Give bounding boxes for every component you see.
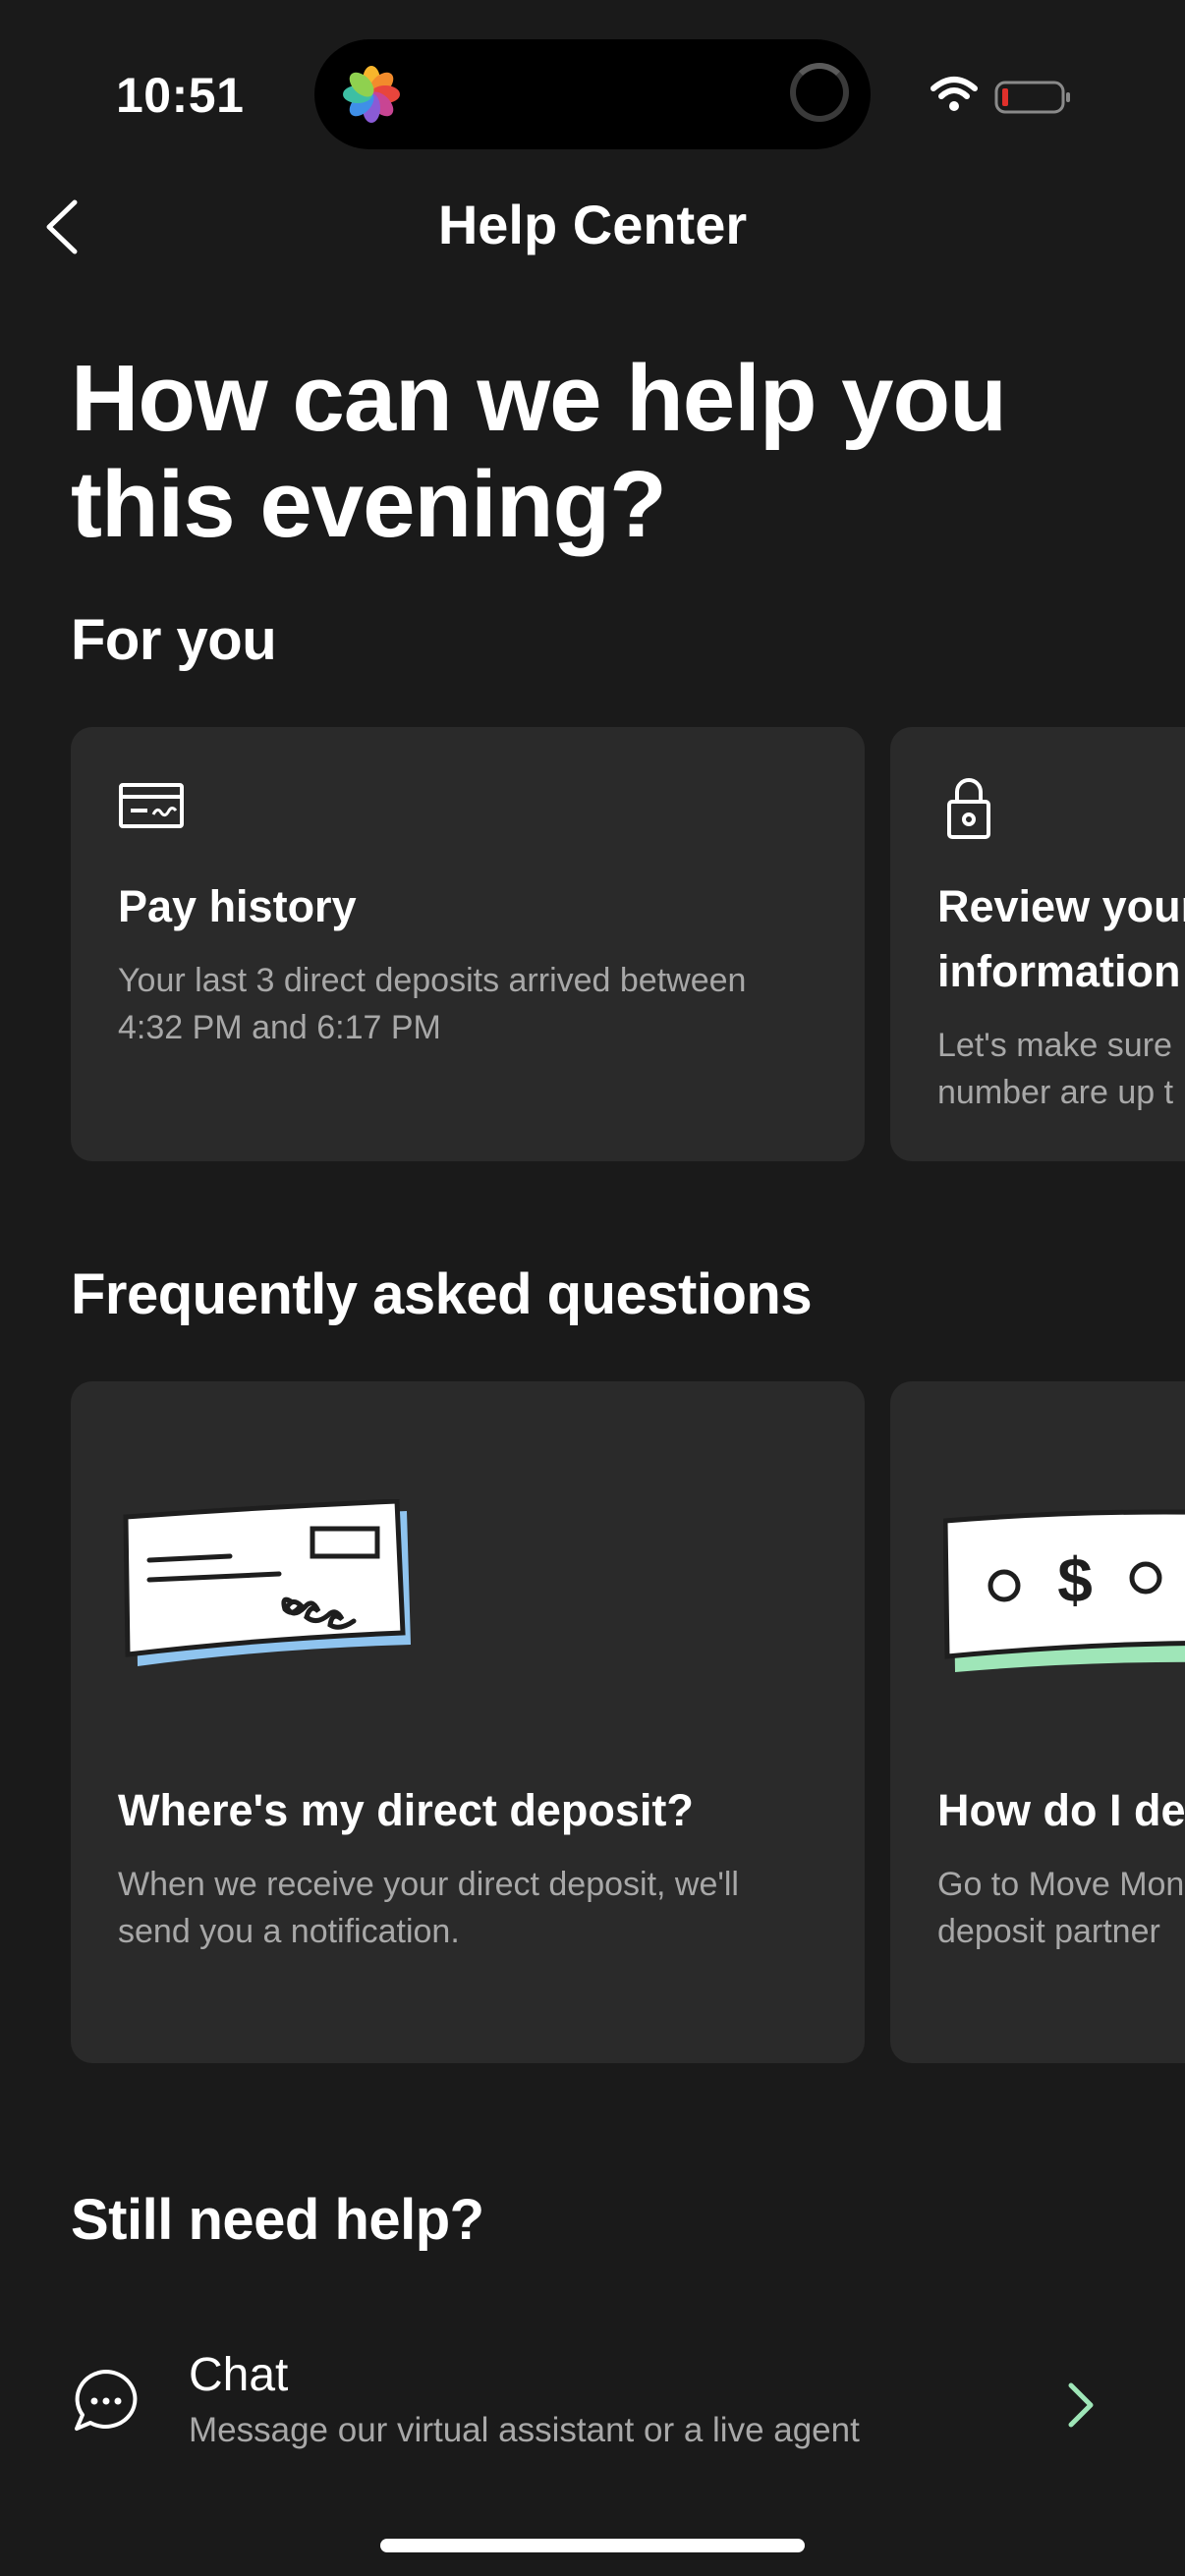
battery-icon [994,81,1070,114]
card-desc-line-1: When we receive your direct deposit, we'… [118,1866,739,1903]
greeting-headline: How can we help you this evening? [71,346,1132,558]
dollar-bill-illustration: $ [943,1509,1185,1672]
svg-text:$: $ [1057,1544,1093,1615]
card-title-line-1: Review your [937,881,1185,931]
chevron-right-icon[interactable] [1061,2380,1100,2431]
card-desc-line-1: Go to Move Mon [937,1866,1185,1903]
card-desc-line-2: number are up t [937,1074,1174,1111]
check-illustration [123,1499,411,1666]
card-desc-line-2: deposit partner [937,1913,1160,1950]
card-title-line-2: information [937,946,1181,996]
card-desc-line-2: send you a notification. [118,1913,460,1950]
faq-title: Frequently asked questions [71,1262,813,1326]
page-title: Help Center [437,194,748,255]
card-title: Pay history [118,881,357,931]
chat-bubble-icon [75,2370,138,2431]
pay-history-card[interactable]: Pay history Your last 3 direct deposits … [71,727,865,1161]
headline-line-2: this evening? [71,452,667,557]
faq-card-deposit-partner[interactable]: $ How do I de Go to Move Mon deposit par… [890,1381,1185,2063]
home-indicator[interactable] [380,2539,805,2552]
headline-line-1: How can we help you [71,346,1007,451]
card-desc-line-1: Let's make sure [937,1027,1172,1064]
chat-description: Message our virtual assistant or a live … [189,2411,860,2449]
faq-card-direct-deposit[interactable]: Where's my direct deposit? When we recei… [71,1381,865,2063]
card-desc-line-1: Your last 3 direct deposits arrived betw… [118,962,747,999]
card-desc-line-2: 4:32 PM and 6:17 PM [118,1009,441,1046]
card-title: How do I de [937,1785,1185,1835]
for-you-title: For you [71,608,277,672]
still-need-help-title: Still need help? [71,2188,484,2252]
chat-title: Chat [189,2349,289,2401]
chat-row[interactable] [0,2319,1185,2476]
card-title: Where's my direct deposit? [118,1785,694,1835]
dynamic-island [314,39,871,149]
status-time: 10:51 [116,68,245,123]
review-information-card[interactable]: Review your information Let's make sure … [890,727,1185,1161]
wifi-icon [931,77,978,111]
lock-icon [947,778,990,839]
photos-app-icon [343,66,400,123]
check-card-icon [119,783,184,828]
activity-ring-icon [790,63,849,122]
